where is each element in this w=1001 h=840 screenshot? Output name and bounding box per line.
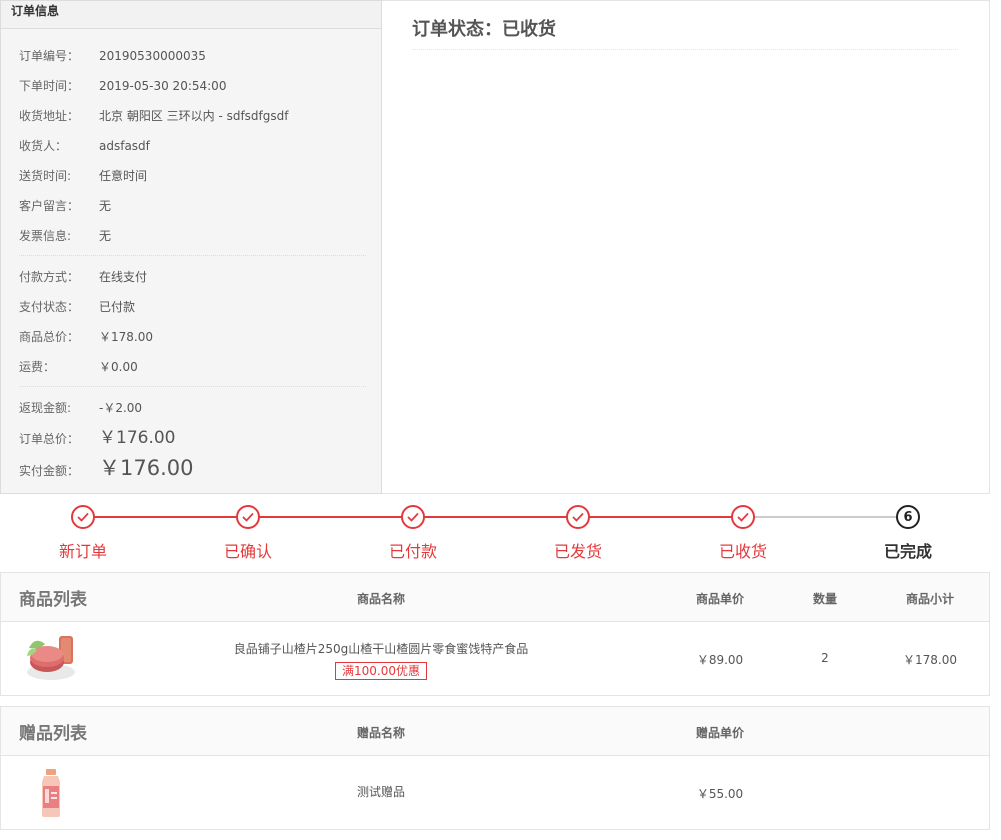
invoice-label: 发票信息: xyxy=(19,229,72,243)
recipient-label: 收货人： xyxy=(19,139,68,153)
col-goods-price: 商品单价 xyxy=(695,592,744,606)
shipping-fee-row: 运费： ￥0.00 xyxy=(19,357,138,377)
payment-method-row: 付款方式： 在线支付 xyxy=(19,267,147,287)
divider xyxy=(19,386,366,387)
order-total-label: 订单总价： xyxy=(19,432,80,446)
paid-amount-label: 实付金额： xyxy=(19,464,80,478)
delivery-time-label: 送货时间: xyxy=(19,169,72,183)
payment-status-row: 支付状态： 已付款 xyxy=(19,297,135,317)
col-gift-price: 赠品单价 xyxy=(695,726,744,740)
step-shipped-check-icon xyxy=(566,505,590,529)
order-number-label: 订单编号： xyxy=(19,49,80,63)
paid-amount-value: ￥176.00 xyxy=(99,456,194,480)
goods-list-table: 商品列表 商品名称 商品单价 数量 商品小计 良品铺子山楂片250g山楂干山楂圆… xyxy=(0,572,990,696)
order-time-value: 2019-05-30 20:54:00 xyxy=(99,79,227,93)
gifts-list-header: 赠品列表 赠品名称 赠品单价 xyxy=(1,707,989,756)
order-time-label: 下单时间： xyxy=(19,79,80,93)
gifts-list-title: 赠品列表 xyxy=(19,724,87,744)
col-goods-subtotal: 商品小计 xyxy=(905,592,954,606)
table-row: 良品铺子山楂片250g山楂干山楂圆片零食蜜饯特产食品 满100.00优惠 ￥89… xyxy=(1,622,989,696)
hawthorn-snack-image[interactable] xyxy=(25,632,79,686)
payment-status-label: 支付状态： xyxy=(19,300,80,314)
goods-item-promo-badge: 满100.00优惠 xyxy=(335,662,427,680)
goods-item-subtotal: ￥178.00 xyxy=(903,653,957,667)
goods-item-price: ￥89.00 xyxy=(696,653,744,667)
payment-status-value: 已付款 xyxy=(99,300,136,314)
gifts-list-table: 赠品列表 赠品名称 赠品单价 测试赠品 ￥55.00 xyxy=(0,706,990,830)
shipping-fee-label: 运费： xyxy=(19,360,56,374)
customer-note-value: 无 xyxy=(99,199,112,213)
col-goods-qty: 数量 xyxy=(812,592,837,606)
step-paid-check-icon xyxy=(401,505,425,529)
goods-list-title: 商品列表 xyxy=(19,590,87,610)
step-received-label: 已收货 xyxy=(718,542,767,561)
cashback-row: 返现金额: -￥2.00 xyxy=(19,398,142,418)
shipping-address-row: 收货地址： 北京 朝阳区 三环以内 - sdfsdfgsdf xyxy=(19,106,289,126)
step-new-order-label: 新订单 xyxy=(58,542,107,561)
col-gift-name: 赠品名称 xyxy=(356,726,405,740)
step-paid-label: 已付款 xyxy=(388,542,437,561)
shipping-fee-value: ￥0.00 xyxy=(99,360,138,374)
goods-item-qty: 2 xyxy=(821,651,829,665)
customer-note-row: 客户留言： 无 xyxy=(19,196,111,216)
col-goods-name: 商品名称 xyxy=(356,592,405,606)
step-confirmed-label: 已确认 xyxy=(223,542,272,561)
payment-method-value: 在线支付 xyxy=(99,270,148,284)
order-status-panel: 订单状态：已收货 xyxy=(382,0,990,494)
recipient-row: 收货人： adsfasdf xyxy=(19,136,150,156)
shipping-address-value: 北京 朝阳区 三环以内 - sdfsdfgsdf xyxy=(99,109,289,123)
customer-note-label: 客户留言： xyxy=(19,199,80,213)
order-total-row: 订单总价： ￥176.00 xyxy=(19,428,175,448)
drink-bottle-image[interactable] xyxy=(37,768,65,818)
progress-track-pending xyxy=(743,516,908,518)
goods-list-header: 商品列表 商品名称 商品单价 数量 商品小计 xyxy=(1,573,989,622)
step-received-check-icon xyxy=(731,505,755,529)
invoice-row: 发票信息: 无 xyxy=(19,226,111,246)
step-confirmed-check-icon xyxy=(236,505,260,529)
order-info-panel: 订单信息 订单编号： 20190530000035 下单时间： 2019-05-30… xyxy=(0,0,382,494)
goods-item-name[interactable]: 良品铺子山楂片250g山楂干山楂圆片零食蜜饯特产食品 xyxy=(181,640,581,657)
invoice-value: 无 xyxy=(99,229,112,243)
goods-total-row: 商品总价： ￥178.00 xyxy=(19,327,153,347)
order-number-value: 20190530000035 xyxy=(99,49,206,63)
order-progress: 6 新订单 已确认 已付款 已发货 已收货 已完成 xyxy=(0,494,1001,572)
step-shipped-label: 已发货 xyxy=(553,542,602,561)
delivery-time-row: 送货时间: 任意时间 xyxy=(19,166,147,186)
table-row: 测试赠品 ￥55.00 xyxy=(1,756,989,830)
order-total-value: ￥176.00 xyxy=(99,428,176,448)
recipient-value: adsfasdf xyxy=(99,139,150,153)
order-info-title: 订单信息 xyxy=(1,1,381,29)
payment-method-label: 付款方式： xyxy=(19,270,80,284)
step-new-order-check-icon xyxy=(71,505,95,529)
cashback-value: -￥2.00 xyxy=(99,401,143,415)
shipping-address-label: 收货地址： xyxy=(19,109,80,123)
cashback-label: 返现金额: xyxy=(19,401,72,415)
goods-total-value: ￥178.00 xyxy=(99,330,153,344)
divider xyxy=(19,255,366,256)
gift-item-name[interactable]: 测试赠品 xyxy=(331,783,431,800)
step-completed-number: 6 xyxy=(896,505,920,529)
goods-total-label: 商品总价： xyxy=(19,330,80,344)
step-completed-label: 已完成 xyxy=(883,542,932,561)
paid-amount-row: 实付金额： ￥176.00 xyxy=(19,456,194,480)
gift-item-price: ￥55.00 xyxy=(696,787,744,801)
delivery-time-value: 任意时间 xyxy=(99,169,148,183)
order-number-row: 订单编号： 20190530000035 xyxy=(19,46,206,66)
order-status-title: 订单状态：已收货 xyxy=(412,17,958,50)
order-time-row: 下单时间： 2019-05-30 20:54:00 xyxy=(19,76,226,96)
